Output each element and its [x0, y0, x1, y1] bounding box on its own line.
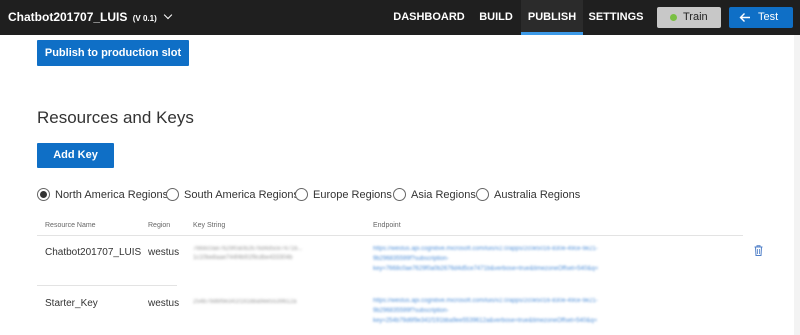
radio-unchecked-icon	[393, 188, 406, 201]
endpoint-line: 9b296835599f?subscription-	[373, 308, 449, 314]
test-button-label: Test	[758, 11, 779, 23]
scrollbar[interactable]	[794, 35, 800, 335]
publish-production-button[interactable]: Publish to production slot	[37, 40, 189, 66]
endpoint-link[interactable]: https://westus.api.cognitive.microsoft.c…	[373, 296, 743, 326]
endpoint-line: 9b296835599f?subscription-	[373, 256, 449, 262]
trash-icon[interactable]	[754, 245, 763, 256]
resource-name: Chatbot201707_LUIS	[45, 247, 142, 258]
tab-publish[interactable]: PUBLISH	[521, 0, 583, 35]
tab-settings[interactable]: SETTINGS	[587, 0, 645, 35]
resources-title: Resources and Keys	[37, 108, 194, 127]
chevron-down-icon	[163, 10, 173, 20]
app-name: Chatbot201707_LUIS	[8, 10, 128, 24]
arrow-left-icon	[739, 13, 750, 22]
radio-label: Australia Regions	[494, 189, 581, 201]
app-version: (V 0.1)	[132, 14, 157, 23]
add-key-button[interactable]: Add Key	[37, 143, 114, 168]
radio-unchecked-icon	[166, 188, 179, 201]
endpoint-line: key=7668c0ae7629f0a0b2676d4d5ce7471b&ver…	[373, 266, 599, 272]
key-line: 254b79d6f9e341f191bba9ee5539612a	[193, 299, 297, 305]
test-button[interactable]: Test	[729, 7, 793, 28]
radio-checked-icon	[37, 188, 50, 201]
radio-unchecked-icon	[295, 188, 308, 201]
radio-label: Europe Regions	[313, 189, 392, 201]
app-switcher[interactable]: Chatbot201707_LUIS (V 0.1)	[8, 0, 173, 35]
resource-name: Starter_Key	[45, 298, 98, 309]
radio-label: Asia Regions	[411, 189, 476, 201]
radio-unchecked-icon	[476, 188, 489, 201]
column-header-resource-name: Resource Name	[45, 222, 96, 229]
resource-region: westus	[148, 298, 180, 309]
key-string[interactable]: 254b79d6f9e341f191bba9ee5539612a	[193, 298, 371, 307]
column-header-region: Region	[148, 222, 171, 229]
column-header-key-string: Key String	[193, 222, 226, 229]
tab-build[interactable]: BUILD	[474, 0, 518, 35]
radio-label: North America Regions	[55, 189, 169, 201]
endpoint-link[interactable]: https://westus.api.cognitive.microsoft.c…	[373, 244, 743, 274]
endpoint-line: https://westus.api.cognitive.microsoft.c…	[373, 298, 598, 304]
key-line: 1c10be8aae744f4b91f9cdbe433304b	[193, 255, 293, 261]
endpoint-line: key=254b79d6f9e341f191bba9ee5539612a&ver…	[373, 318, 598, 324]
radio-label: South America Regions	[184, 189, 299, 201]
row-divider	[37, 285, 177, 286]
header-divider	[37, 235, 743, 236]
train-status-icon	[670, 14, 677, 21]
train-button-label: Train	[683, 11, 708, 23]
key-string[interactable]: 7668c0ae7629f0a0b2676d4d5ce7471b... 1c10…	[193, 245, 371, 263]
key-line: 7668c0ae7629f0a0b2676d4d5ce7471b...	[193, 246, 303, 252]
endpoint-line: https://westus.api.cognitive.microsoft.c…	[373, 246, 598, 252]
train-button[interactable]: Train	[657, 7, 721, 28]
top-bar: Chatbot201707_LUIS (V 0.1) DASHBOARD BUI…	[0, 0, 800, 35]
column-header-endpoint: Endpoint	[373, 222, 401, 229]
tab-dashboard[interactable]: DASHBOARD	[392, 0, 466, 35]
resource-region: westus	[148, 247, 180, 258]
